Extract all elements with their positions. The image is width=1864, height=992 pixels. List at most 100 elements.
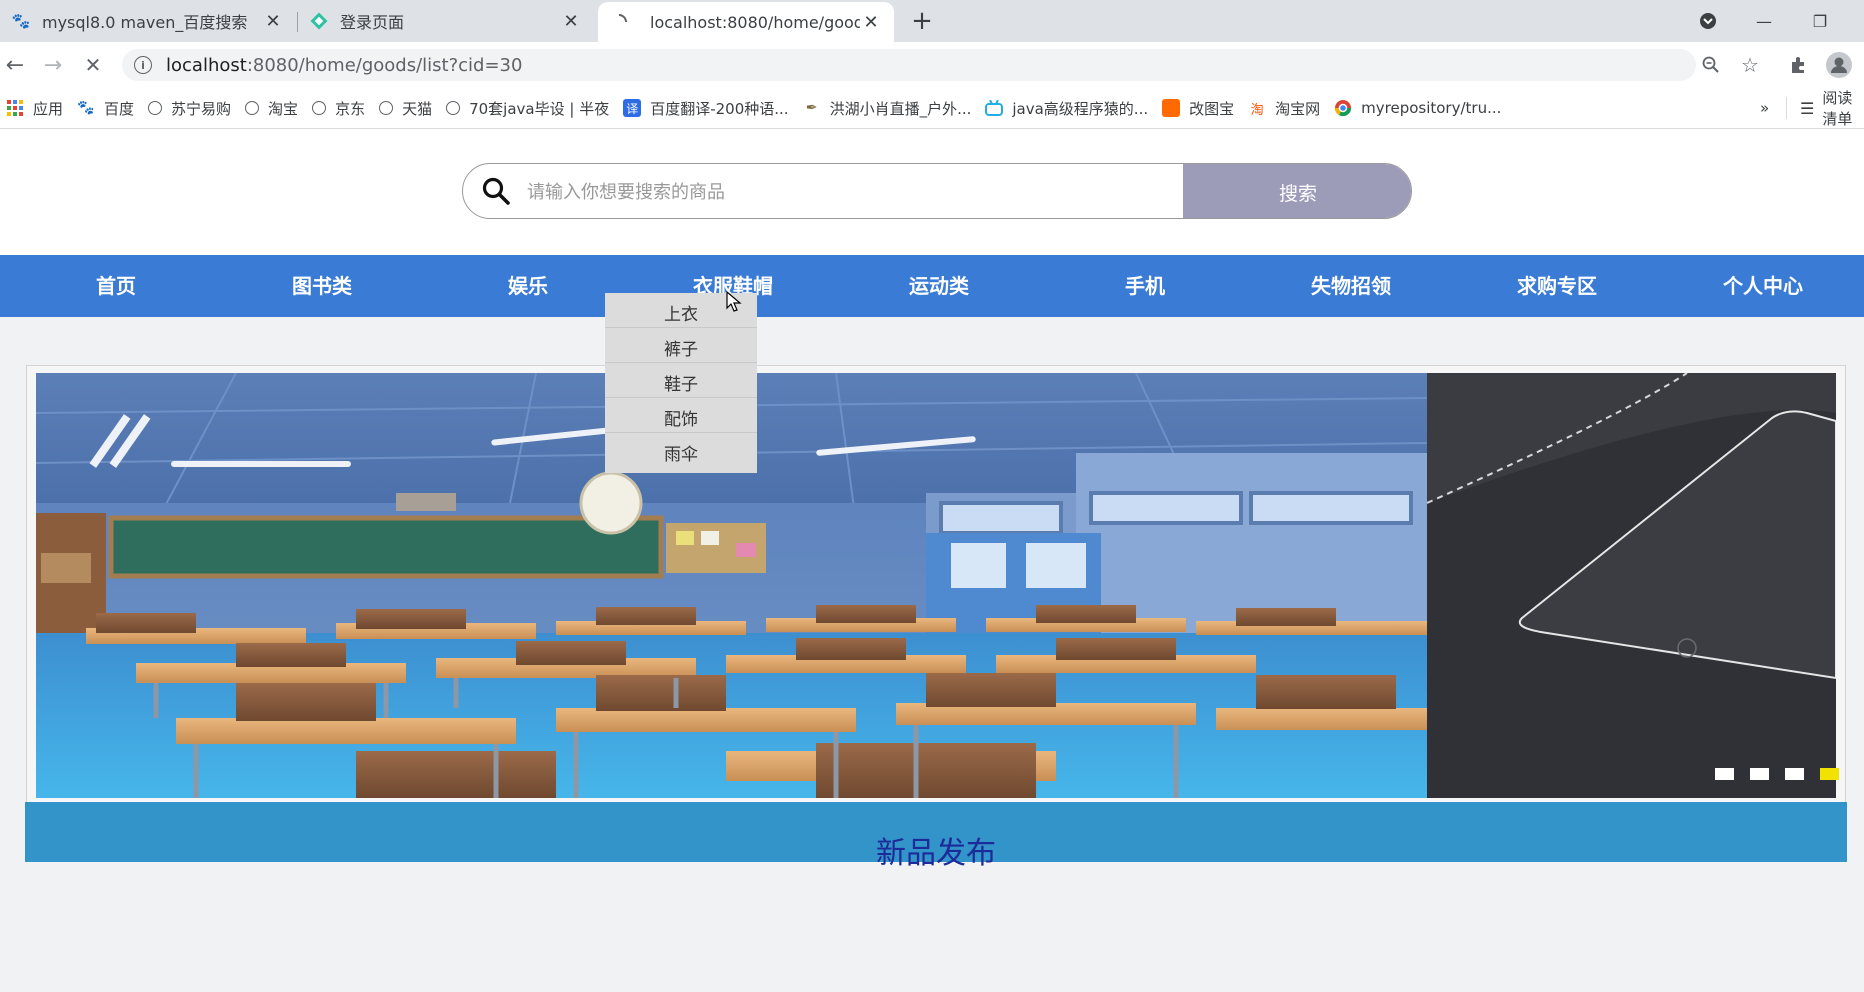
- extensions-puzzle-icon[interactable]: [1783, 50, 1813, 80]
- globe-icon: [312, 101, 327, 115]
- translate-icon: 译: [623, 99, 642, 117]
- bookmark-label: 改图宝: [1189, 99, 1235, 118]
- bookmark-tmall[interactable]: 天猫: [379, 98, 432, 119]
- nav-item-lost-found[interactable]: 失物招领: [1311, 255, 1391, 317]
- carousel-dot[interactable]: [1715, 768, 1734, 780]
- new-tab-button[interactable]: +: [908, 7, 936, 35]
- site-header: 搜索: [0, 129, 1864, 255]
- carousel-dot-active[interactable]: [1820, 768, 1839, 780]
- forward-arrow-icon[interactable]: →: [38, 50, 68, 80]
- bookmarks-divider: [1786, 97, 1787, 119]
- page-content: 搜索 首页 图书类 娱乐 衣服鞋帽 运动类 手机 失物招领 求购专区 个人中心 …: [0, 129, 1864, 992]
- browser-tab-strip: 🐾 mysql8.0 maven_百度搜索 ✕ 登录页面 ✕ localhost…: [0, 0, 1864, 42]
- restore-window-icon[interactable]: ❐: [1792, 0, 1848, 42]
- bookmark-taobao-net[interactable]: 淘 淘宝网: [1248, 98, 1321, 119]
- dropdown-item-pants[interactable]: 裤子: [605, 328, 757, 363]
- tab-search-icon[interactable]: [1680, 0, 1736, 42]
- new-products-section-bar: 新品发布: [25, 802, 1847, 871]
- profile-avatar-icon[interactable]: [1824, 50, 1854, 80]
- bookmark-label: 70套java毕设 | 半夜: [469, 99, 610, 118]
- dropdown-item-accessories[interactable]: 配饰: [605, 398, 757, 433]
- browser-tab-login[interactable]: 登录页面 ✕: [298, 0, 594, 42]
- bookmark-label: 应用: [33, 99, 64, 118]
- globe-icon: [379, 101, 394, 115]
- loading-icon: [610, 13, 628, 31]
- site-info-icon[interactable]: i: [134, 56, 152, 74]
- baidu-paw-icon: 🐾: [11, 12, 31, 30]
- nav-item-home[interactable]: 首页: [96, 255, 136, 317]
- tab-title: localhost:8080/home/goods/li: [650, 12, 860, 32]
- chrome-icon: [1334, 99, 1352, 117]
- search-input[interactable]: [525, 164, 1149, 218]
- bookmark-gaitubao[interactable]: 改图宝: [1162, 98, 1234, 119]
- browser-tab-active[interactable]: localhost:8080/home/goods/li ✕: [598, 2, 894, 42]
- tablet-banner-image[interactable]: [1427, 373, 1836, 798]
- orange-square-icon: [1162, 99, 1181, 117]
- nav-item-wanted[interactable]: 求购专区: [1517, 255, 1597, 317]
- tab-title: mysql8.0 maven_百度搜索: [42, 13, 248, 32]
- bookmark-label: 淘宝: [268, 99, 299, 118]
- carousel-indicators: [1715, 768, 1839, 780]
- dropdown-item-umbrellas[interactable]: 雨伞: [605, 433, 757, 468]
- search-box: 搜索: [462, 163, 1412, 219]
- feather-icon: ✒: [805, 100, 818, 116]
- bilibili-tv-icon: [985, 99, 1004, 117]
- bookmark-label: java高级程序猿的...: [1012, 99, 1149, 118]
- reading-list-icon: ☰: [1800, 98, 1815, 118]
- url-text[interactable]: localhost:8080/home/goods/list?cid=30: [166, 55, 522, 76]
- browser-tab-baidu[interactable]: 🐾 mysql8.0 maven_百度搜索 ✕: [0, 0, 296, 42]
- apps-grid-icon: [6, 99, 24, 117]
- bookmark-label: 天猫: [402, 99, 433, 118]
- close-tab-icon[interactable]: ✕: [560, 10, 582, 32]
- baidu-paw-icon: 🐾: [77, 100, 95, 116]
- nav-item-entertainment[interactable]: 娱乐: [508, 255, 548, 317]
- taobao-icon: 淘: [1250, 102, 1264, 118]
- main-nav: 首页 图书类 娱乐 衣服鞋帽 运动类 手机 失物招领 求购专区 个人中心: [0, 255, 1864, 317]
- bookmark-java-projects[interactable]: 70套java毕设 | 半夜: [446, 98, 609, 119]
- clothing-dropdown-menu: 上衣 裤子 鞋子 配饰 雨伞: [605, 293, 757, 473]
- bookmark-label: myrepository/tru...: [1361, 99, 1502, 117]
- nav-item-phones[interactable]: 手机: [1125, 255, 1165, 317]
- carousel-dot[interactable]: [1750, 768, 1769, 780]
- bookmark-label: 百度翻译-200种语...: [650, 99, 789, 118]
- bookmark-label: 洪湖小肖直播_户外...: [829, 99, 972, 118]
- mouse-cursor-icon: [726, 291, 742, 312]
- close-tab-icon[interactable]: ✕: [860, 11, 882, 33]
- address-bar[interactable]: i localhost:8080/home/goods/list?cid=30: [122, 49, 1696, 81]
- globe-icon: [245, 101, 260, 115]
- zoom-icon[interactable]: [1696, 50, 1726, 80]
- section-title: 新品发布: [876, 836, 996, 871]
- nav-item-profile[interactable]: 个人中心: [1723, 255, 1803, 317]
- bookmark-taobao[interactable]: 淘宝: [245, 98, 298, 119]
- diamond-logo-icon: [310, 12, 328, 30]
- minimize-window-icon[interactable]: —: [1736, 0, 1792, 42]
- bookmark-baidu-translate[interactable]: 译 百度翻译-200种语...: [623, 98, 789, 119]
- carousel-dot[interactable]: [1785, 768, 1804, 780]
- more-bookmarks-button[interactable]: »: [1760, 88, 1769, 128]
- bookmark-label: 百度: [104, 99, 135, 118]
- bookmark-label: 苏宁易购: [171, 99, 232, 118]
- bookmark-label: 淘宝网: [1275, 99, 1321, 118]
- back-arrow-icon[interactable]: ←: [0, 50, 30, 80]
- search-button[interactable]: 搜索: [1183, 164, 1411, 218]
- bookmark-live-stream[interactable]: ✒ 洪湖小肖直播_户外...: [803, 98, 972, 119]
- bookmark-suning[interactable]: 苏宁易购: [148, 98, 231, 119]
- search-icon: [482, 177, 510, 205]
- bookmark-star-icon[interactable]: ☆: [1735, 50, 1765, 80]
- reading-list-label: 阅读清单: [1822, 89, 1853, 128]
- bookmarks-bar: 应用 🐾 百度 苏宁易购 淘宝 京东 天猫 70套java毕设 | 半夜 译 百…: [0, 88, 1864, 129]
- banner-carousel: [26, 365, 1846, 805]
- bookmark-myrepository[interactable]: myrepository/tru...: [1334, 99, 1501, 117]
- close-tab-icon[interactable]: ✕: [262, 10, 284, 32]
- globe-icon: [446, 101, 461, 115]
- nav-item-sports[interactable]: 运动类: [909, 255, 969, 317]
- bookmark-baidu[interactable]: 🐾 百度: [77, 98, 134, 119]
- bookmark-bilibili[interactable]: java高级程序猿的...: [985, 98, 1148, 119]
- nav-item-books[interactable]: 图书类: [292, 255, 352, 317]
- tab-title: 登录页面: [340, 13, 405, 32]
- reading-list-button[interactable]: ☰ 阅读清单: [1800, 88, 1864, 128]
- bookmark-apps[interactable]: 应用: [6, 98, 63, 119]
- bookmark-jd[interactable]: 京东: [312, 98, 365, 119]
- dropdown-item-shoes[interactable]: 鞋子: [605, 363, 757, 398]
- stop-loading-icon[interactable]: ✕: [78, 50, 108, 80]
